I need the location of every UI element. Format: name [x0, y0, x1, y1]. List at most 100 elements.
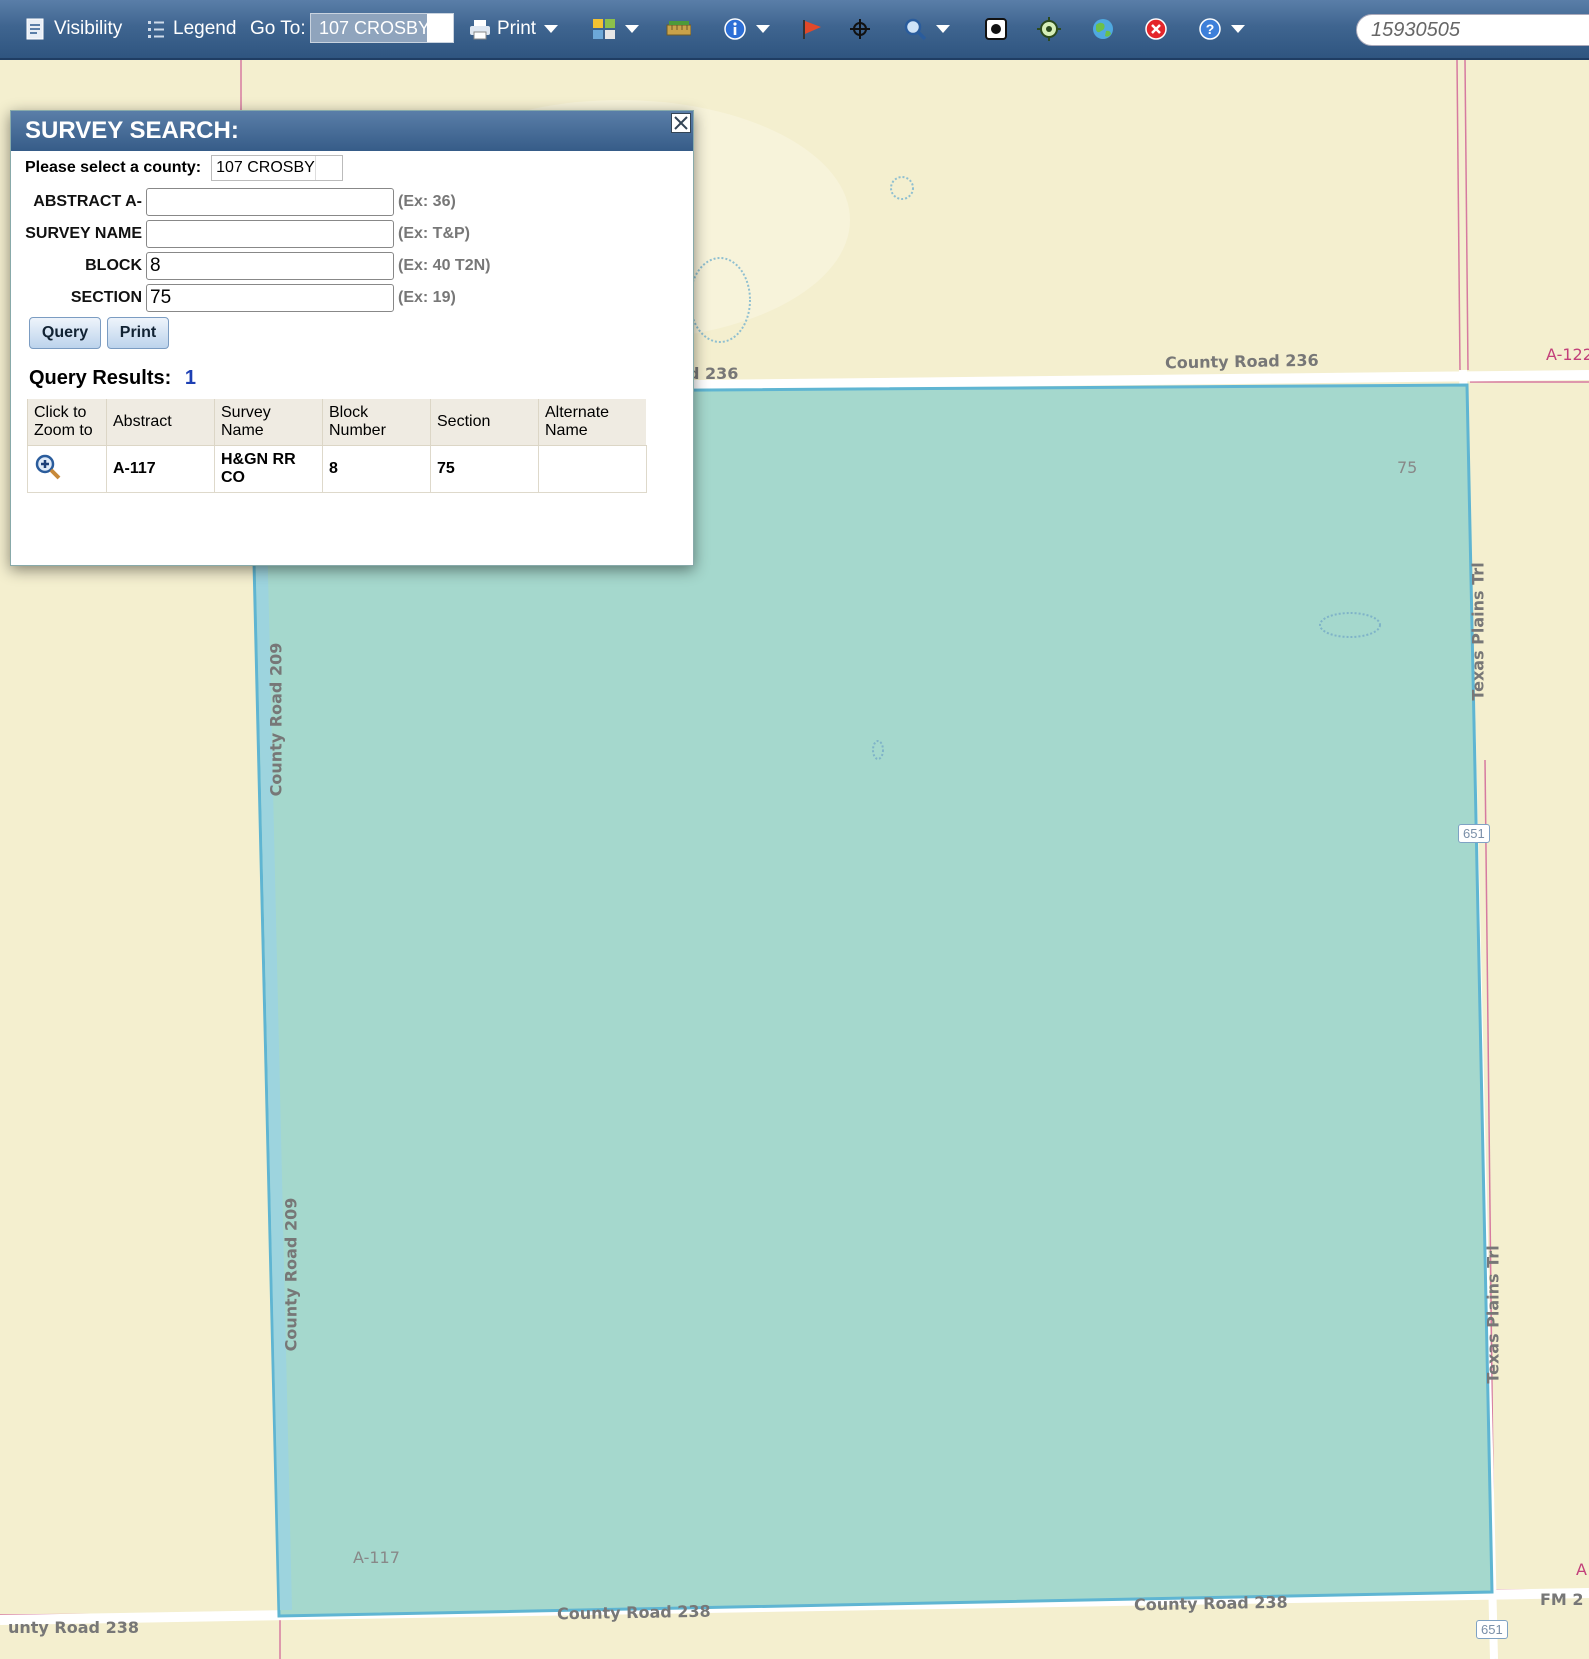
section-input[interactable]: 75 [146, 284, 394, 312]
county-dropdown-arrow[interactable] [315, 156, 342, 180]
abstract-input[interactable] [146, 188, 394, 216]
road-label: d 236 [688, 364, 739, 383]
identify-button[interactable] [722, 0, 770, 58]
road-label: County Road 209 [266, 642, 286, 797]
ruler-icon [665, 16, 691, 42]
magnifier-icon [902, 16, 928, 42]
search-input[interactable]: 15930505 [1356, 14, 1589, 46]
road-label: FM 2 [1540, 1590, 1584, 1609]
road-label: County Road 238 [556, 1601, 711, 1624]
chevron-down-icon[interactable] [544, 25, 559, 33]
column-header-zoom: Click to Zoom to [27, 399, 107, 446]
globe-icon [1090, 16, 1116, 42]
dialog-header[interactable]: SURVEY SEARCH: [11, 111, 693, 151]
survey-search-dialog: SURVEY SEARCH: Please select a county: 1… [10, 110, 694, 566]
abstract-label: ABSTRACT A- [33, 193, 142, 210]
survey-name-cell: H&GN RR CO [214, 445, 323, 493]
alternate-name-cell [538, 445, 647, 493]
legend-label: Legend [173, 18, 237, 39]
survey-name-input[interactable] [146, 220, 394, 248]
abstract-hint: (Ex: 36) [398, 193, 456, 210]
print-results-button[interactable]: Print [107, 317, 169, 349]
block-label: BLOCK [85, 257, 142, 274]
road-label: County Road 236 [1164, 350, 1319, 373]
chevron-down-icon[interactable] [756, 25, 770, 33]
chevron-down-icon[interactable] [625, 25, 639, 33]
results-label: Query Results: [29, 367, 172, 389]
crosshair-icon [847, 16, 873, 42]
basemap-grid-icon [591, 16, 617, 42]
abstract-cell: A-117 [106, 445, 215, 493]
section-hint: (Ex: 19) [398, 289, 456, 306]
close-icon[interactable] [671, 113, 691, 133]
block-input[interactable]: 8 [146, 252, 394, 280]
column-header-alternate-name: Alternate Name [538, 399, 646, 446]
survey-name-hint: (Ex: T&P) [398, 225, 470, 242]
print-label: Print [497, 18, 537, 39]
crosshair-button[interactable] [847, 0, 873, 58]
goto-dropdown-swatch[interactable] [427, 14, 453, 42]
column-header-survey-name: Survey Name [214, 399, 323, 446]
column-header-abstract: Abstract [106, 399, 215, 446]
chevron-down-icon[interactable] [936, 25, 950, 33]
table-row: A-117 H&GN RR CO 8 75 [27, 445, 647, 493]
toolbar: Visibility Legend Go To: 107 CROSBY Prin… [0, 0, 1589, 60]
block-hint: (Ex: 40 T2N) [398, 257, 491, 274]
full-extent-button[interactable] [983, 0, 1009, 58]
abstract-label: A-122 [1546, 345, 1589, 364]
goto-county-value: 107 CROSBY [319, 17, 431, 38]
printer-icon [467, 16, 493, 42]
road-label: unty Road 238 [8, 1618, 139, 1637]
road-label: Texas Plains Trl [1483, 1245, 1503, 1384]
basemap-button[interactable] [591, 0, 639, 58]
chevron-down-icon[interactable] [1231, 25, 1245, 33]
road-label: County Road 238 [1133, 1592, 1288, 1615]
print-button[interactable]: Print [467, 0, 559, 58]
locate-target-icon [1036, 16, 1062, 42]
zoom-to-cell[interactable] [27, 445, 107, 493]
abstract-label: A [1576, 1560, 1587, 1579]
legend-button[interactable]: Legend [143, 0, 236, 58]
query-button[interactable]: Query [29, 317, 101, 349]
help-icon: ? [1197, 16, 1223, 42]
goto-label: Go To: [250, 18, 306, 39]
county-label: Please select a county: [25, 159, 202, 176]
block-number-cell: 8 [322, 445, 431, 493]
results-table: Click to Zoom to Abstract Survey Name Bloc… [27, 399, 647, 493]
globe-button[interactable] [1090, 0, 1116, 58]
legend-list-icon [143, 16, 169, 42]
selected-parcel-polygon[interactable] [248, 383, 1494, 1618]
measure-button[interactable] [665, 0, 691, 58]
info-icon [722, 16, 748, 42]
column-header-block-number: Block Number [322, 399, 431, 446]
goto-county-select[interactable]: 107 CROSBY [310, 13, 454, 43]
help-button[interactable]: ? [1197, 0, 1245, 58]
highway-shield: 651 [1476, 1620, 1508, 1639]
highway-shield: 651 [1458, 824, 1490, 843]
county-value: 107 CROSBY [216, 159, 315, 176]
close-circle-icon [1143, 16, 1169, 42]
flag-button[interactable] [798, 0, 824, 58]
results-count: 1 [184, 367, 196, 389]
survey-name-row: SURVEY NAME (Ex: T&P) [11, 219, 470, 249]
county-select[interactable]: 107 CROSBY [211, 155, 344, 181]
section-cell: 75 [430, 445, 539, 493]
section-number-label: 75 [1397, 458, 1418, 477]
road-label: County Road 209 [281, 1197, 301, 1352]
results-title: Query Results: 1 [29, 367, 196, 390]
search-value: 15930505 [1371, 18, 1460, 41]
clear-button[interactable] [1143, 0, 1169, 58]
svg-text:?: ? [1206, 21, 1215, 37]
abstract-label: A-117 [353, 1548, 400, 1567]
visibility-button[interactable]: Visibility [22, 0, 122, 58]
road-label: Texas Plains Trl [1468, 562, 1488, 701]
locate-button[interactable] [1036, 0, 1062, 58]
flag-icon [798, 16, 824, 42]
county-row: Please select a county: 107 CROSBY [25, 155, 344, 181]
column-header-section: Section [430, 399, 539, 446]
zoom-in-icon[interactable] [34, 454, 62, 485]
zoom-tools-button[interactable] [902, 0, 950, 58]
dialog-title: SURVEY SEARCH: [25, 117, 239, 144]
abstract-row: ABSTRACT A- (Ex: 36) [11, 187, 456, 217]
survey-name-label: SURVEY NAME [25, 225, 142, 242]
